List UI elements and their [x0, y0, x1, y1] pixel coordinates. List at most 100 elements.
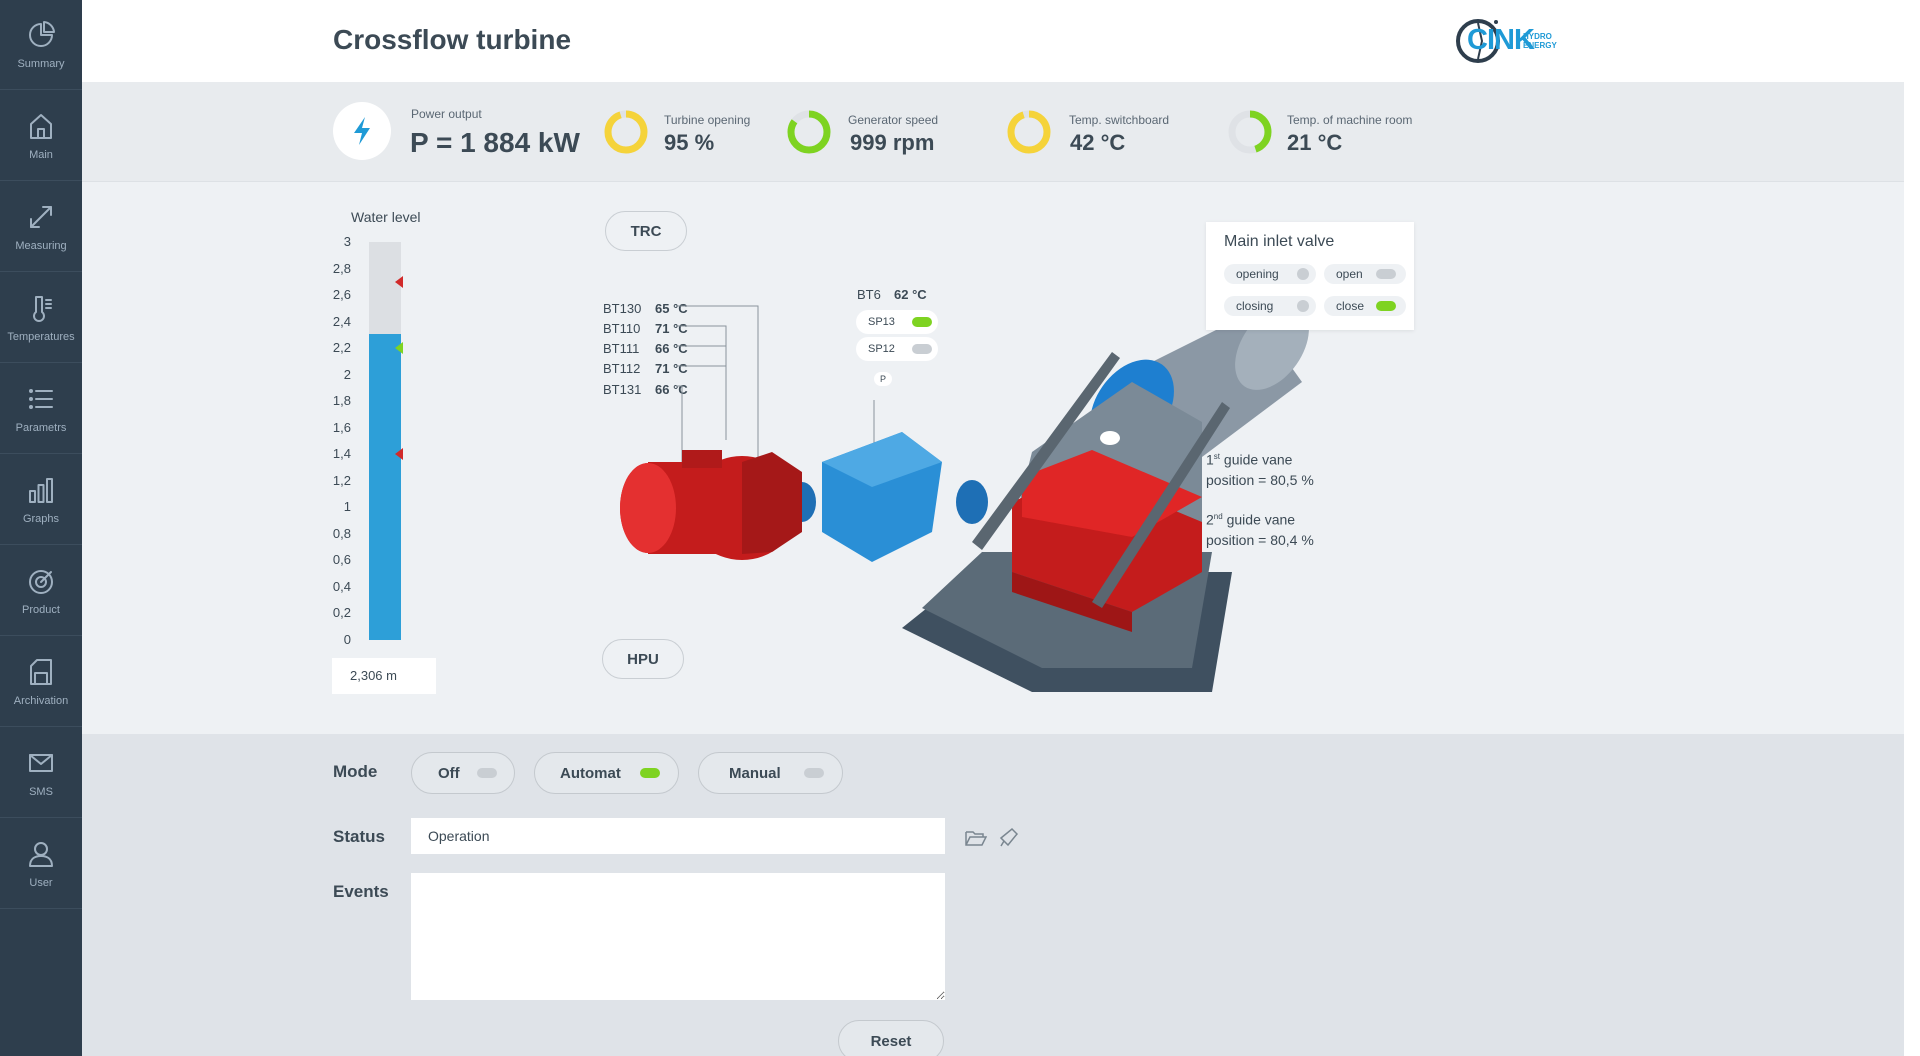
mode-automat-button[interactable]: Automat — [534, 752, 679, 794]
nav-label: Product — [22, 603, 60, 616]
water-level-value: 2,306 m — [332, 658, 436, 694]
water-level-tick: 2 — [343, 366, 351, 382]
water-level-tick: 0,2 — [332, 605, 351, 621]
nav-label: SMS — [29, 785, 53, 798]
manual-led — [804, 768, 824, 778]
mode-manual-label: Manual — [729, 765, 781, 782]
water-level-tick: 2,6 — [332, 287, 351, 303]
water-level-tick: 2,2 — [332, 340, 351, 356]
home-icon — [30, 113, 52, 139]
mode-off-label: Off — [438, 765, 460, 782]
nav-graphs[interactable]: Graphs — [0, 455, 82, 545]
water-level-tick: 3 — [343, 234, 351, 249]
water-level-marker — [395, 342, 403, 355]
water-level-tick: 1,4 — [332, 446, 351, 462]
nav-main[interactable]: Main — [0, 91, 82, 181]
nav-measuring[interactable]: Measuring — [0, 182, 82, 272]
power-badge — [333, 102, 391, 160]
guide-vane-1-ordinal: st — [1213, 452, 1221, 461]
valve-close-label: close — [1336, 299, 1365, 313]
thermometer-icon — [33, 295, 52, 322]
nav-label: Measuring — [15, 239, 67, 252]
nav-label: Graphs — [22, 512, 60, 525]
guide-vane-1: 1st guide vane position = 80,5 % — [1206, 447, 1314, 490]
valve-open-label: open — [1336, 267, 1363, 281]
water-level-title: Water level — [351, 209, 421, 225]
water-level-tick: 1,8 — [332, 393, 351, 409]
nav-summary[interactable]: Summary — [0, 0, 82, 90]
mode-manual-button[interactable]: Manual — [698, 752, 843, 794]
guide-vane-2: 2nd guide vane position = 80,4 % — [1206, 507, 1314, 550]
nav-label: Summary — [17, 57, 65, 70]
turbine-opening-ring — [604, 110, 648, 154]
guide-vane-1-position: position = 80,5 % — [1206, 471, 1314, 488]
archive-icon — [30, 658, 52, 685]
opening-led — [1297, 268, 1309, 280]
valve-closing-label: closing — [1236, 299, 1274, 313]
trc-button[interactable]: TRC — [605, 211, 687, 251]
turbine-opening-label: Turbine opening — [664, 113, 751, 127]
water-level-tick: 0,8 — [332, 525, 351, 541]
guide-vane-1-number: 1 — [1206, 451, 1214, 468]
folder-icon[interactable] — [965, 829, 987, 847]
logo-sub-hydro: HYDRO — [1523, 32, 1552, 41]
logo-subtext: HYDRO ENERGY — [1523, 32, 1557, 50]
megaphone-icon[interactable] — [998, 826, 1020, 848]
water-level-tick: 0,6 — [332, 552, 351, 568]
mode-label: Mode — [333, 762, 378, 781]
right-edge — [1904, 0, 1920, 1056]
valve-close-indicator: close — [1324, 296, 1406, 316]
events-label: Events — [333, 882, 389, 901]
logo-sub-energy: ENERGY — [1523, 41, 1557, 50]
water-level-fill — [369, 334, 401, 640]
main-inlet-valve-panel: Main inlet valve opening open closing cl… — [1206, 222, 1414, 330]
water-level-tick: 2,8 — [332, 260, 351, 276]
guide-vane-2-label: guide vane — [1226, 511, 1296, 528]
turbine-opening-value: 95 % — [664, 130, 715, 155]
switchboard-temp-ring — [1007, 110, 1051, 154]
guide-vane-1-label: guide vane — [1223, 451, 1293, 468]
generator-speed-label: Generator speed — [848, 113, 939, 127]
valve-closing-indicator: closing — [1224, 296, 1316, 316]
guide-vane-2-ordinal: nd — [1213, 512, 1223, 521]
automat-led — [640, 768, 660, 778]
bar-chart-icon — [29, 477, 53, 503]
generator-speed-value: 999 rpm — [850, 130, 935, 155]
mail-icon — [29, 753, 53, 772]
mode-off-button[interactable]: Off — [411, 752, 515, 794]
expand-arrows-icon — [30, 205, 52, 228]
status-field[interactable] — [411, 818, 945, 854]
guide-vane-2-number: 2 — [1206, 511, 1214, 528]
nav-sms[interactable]: SMS — [0, 728, 82, 818]
water-level-tick: 0,4 — [332, 578, 351, 594]
nav-label: Temperatures — [7, 330, 75, 343]
lightning-icon — [354, 117, 370, 145]
nav-parametrs[interactable]: Parametrs — [0, 364, 82, 454]
status-label: Status — [333, 827, 385, 846]
nav-user[interactable]: User — [0, 819, 82, 909]
nav-label: Parametrs — [15, 421, 67, 434]
valve-opening-indicator: opening — [1224, 264, 1316, 284]
events-log[interactable] — [411, 873, 945, 1000]
nav-label: Main — [29, 148, 53, 161]
closing-led — [1297, 300, 1309, 312]
reset-button[interactable]: Reset — [838, 1020, 944, 1056]
sidebar: Summary Main Measuring Temperatures Para… — [0, 0, 82, 1056]
water-level-marker — [395, 275, 403, 288]
power-value: P = 1 884 kW — [410, 127, 580, 158]
guide-vane-2-position: position = 80,4 % — [1206, 531, 1314, 548]
target-icon — [29, 569, 53, 594]
machine-room-temp-label: Temp. of machine room — [1287, 113, 1413, 127]
machine-room-temp-ring — [1228, 110, 1272, 154]
nav-temperatures[interactable]: Temperatures — [0, 273, 82, 363]
nav-archivation[interactable]: Archivation — [0, 637, 82, 727]
nav-product[interactable]: Product — [0, 546, 82, 636]
pie-chart-icon — [29, 20, 55, 47]
switchboard-temp-label: Temp. switchboard — [1069, 113, 1170, 127]
water-level-tick: 1,2 — [332, 472, 351, 488]
mode-automat-label: Automat — [560, 765, 621, 782]
power-label: Power output — [411, 107, 482, 121]
page-title: Crossflow turbine — [333, 24, 572, 55]
generator-speed-ring — [787, 110, 831, 154]
open-led — [1376, 269, 1396, 279]
